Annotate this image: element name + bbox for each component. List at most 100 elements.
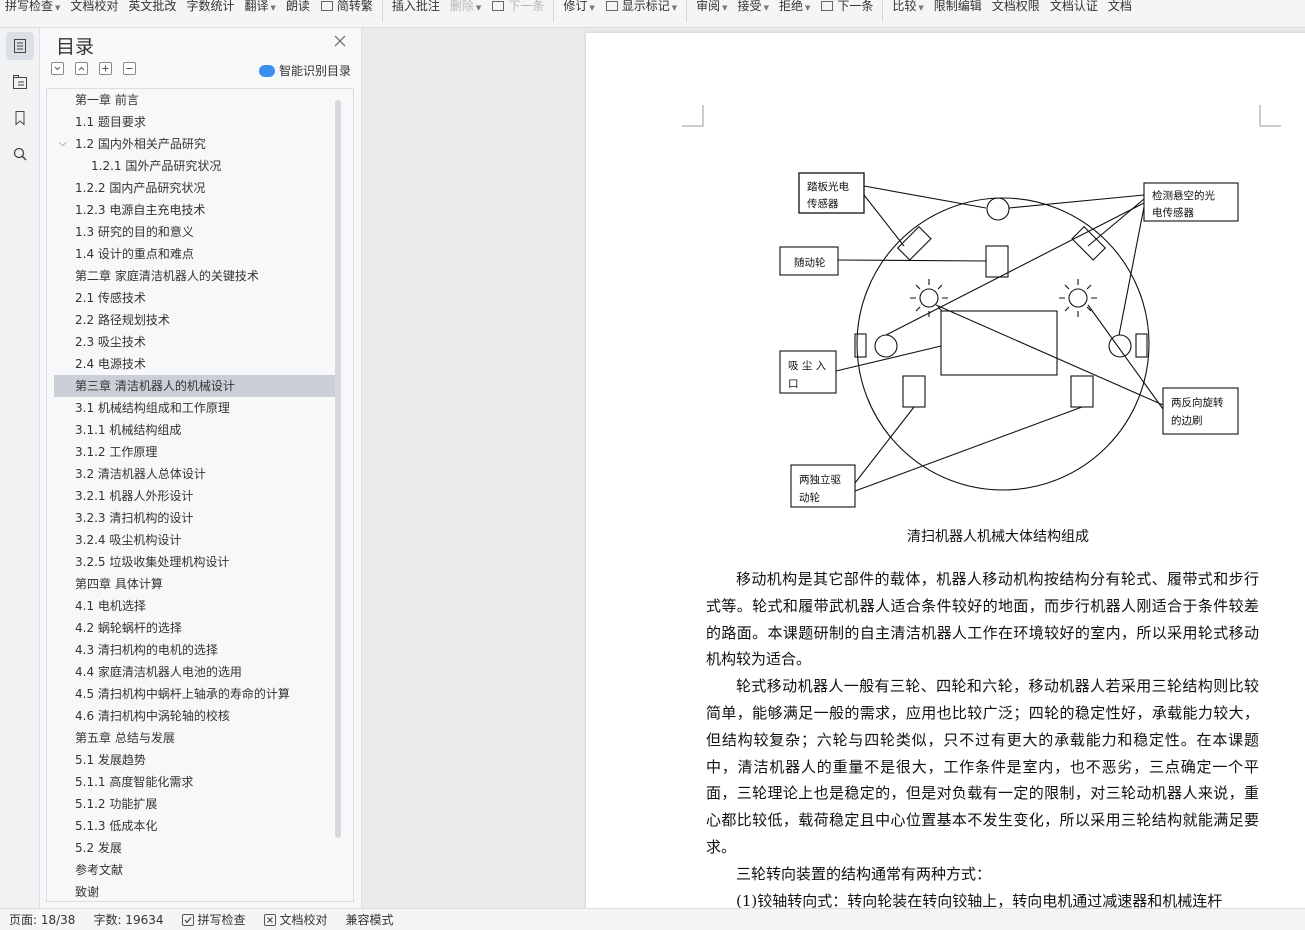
toolbar-item-label: 下一条 [508,0,545,13]
toc-item[interactable]: 1.3 研究的目的和意义 [54,221,336,243]
label-brushes-1: 两反向旋转 [1171,396,1224,409]
toc-item-label: 1.2.3 电源自主充电技术 [75,203,206,217]
toc-item[interactable]: 5.2 发展 [54,837,336,859]
toc-item-label: 致谢 [75,885,100,899]
toc-item[interactable]: 4.6 清扫机构中涡轮轴的校核 [54,705,336,727]
paragraph: 三轮转向装置的结构通常有两种方式： [736,864,992,883]
toolbar-item[interactable]: 翻译 ▼ [239,0,280,14]
toc-item[interactable]: ⌵ 1.2 国内外相关产品研究 [54,133,336,155]
toc-item[interactable]: 1.2.2 国内产品研究状况 [54,177,336,199]
toc-item[interactable]: 2.1 传感技术 [54,287,336,309]
toc-item[interactable]: 4.1 电机选择 [54,595,336,617]
spell-check-status[interactable]: 拼写检查 [173,911,255,928]
navigation-icon[interactable] [6,68,34,96]
toc-item[interactable]: 5.1 发展趋势 [54,749,336,771]
toolbar-item[interactable]: 文档认证 [1045,0,1103,14]
toolbar-item[interactable]: 下一条 [486,0,549,14]
label-drive-2: 动轮 [799,491,820,504]
toc-item[interactable]: 4.3 清扫机构的电机的选择 [54,639,336,661]
bookmark-icon[interactable] [6,104,34,132]
toc-scrollbar[interactable] [335,100,341,838]
toc-item[interactable]: 4.4 家庭清洁机器人电池的选用 [54,661,336,683]
label-suction-1: 吸 尘 入 [788,360,827,372]
toolbar-item[interactable]: 接受 ▼ [733,0,774,14]
document-page[interactable]: 踏板光电 传感器 检测悬空的光 电传感器 随动轮 吸 尘 入 口 两反向旋转 的… [586,33,1305,908]
toc-item[interactable]: 1.4 设计的重点和难点 [54,243,336,265]
dropdown-arrow-icon: ▼ [918,4,924,12]
toc-item[interactable]: 3.1.2 工作原理 [54,441,336,463]
toolbar-item[interactable]: 删除 ▼ [445,0,486,14]
toolbar-separator [553,0,555,22]
toc-item[interactable]: 第四章 具体计算 [54,573,336,595]
review-toolbar: 拼写检查 ▼ 文档校对 英文批改 字数统计 翻译 ▼ 朗读 简转繁 插入批注 删除 ▼ 下一条 修订 ▼ 显示… [0,0,1305,28]
proofread-status[interactable]: 文档校对 [255,911,337,928]
toc-item[interactable]: 第五章 总结与发展 [54,727,336,749]
collapse-all-icon[interactable] [51,62,64,75]
proofread-icon [263,913,276,926]
dropdown-arrow-icon: ▼ [55,4,61,12]
toc-item[interactable]: 3.2.3 清扫机构的设计 [54,507,336,529]
toolbar-item[interactable]: 修订 ▼ [558,0,599,14]
toc-item[interactable]: 3.2.1 机器人外形设计 [54,485,336,507]
toc-item[interactable]: 3.1.1 机械结构组成 [54,419,336,441]
toc-item[interactable]: 5.1.2 功能扩展 [54,793,336,815]
toc-item[interactable]: 参考文献 [54,859,336,881]
toolbar-item[interactable]: 审阅 ▼ [691,0,732,14]
toc-item[interactable]: 5.1.1 高度智能化需求 [54,771,336,793]
toolbar-item-label: 插入批注 [391,0,440,13]
toc-item[interactable]: 2.4 电源技术 [54,353,336,375]
toolbar-item-label: 拼写检查 [5,0,54,13]
chevron-down-icon[interactable]: ⌵ [59,133,67,155]
word-count[interactable]: 字数: 19634 [84,911,172,928]
toolbar-item[interactable]: 文档 [1103,0,1137,14]
toolbar-item[interactable]: 下一条 [815,0,878,14]
toc-item[interactable]: 3.2 清洁机器人总体设计 [54,463,336,485]
add-heading-icon[interactable] [99,62,112,75]
toolbar-item[interactable]: 朗读 [281,0,315,14]
toolbar-item[interactable]: 拒绝 ▼ [774,0,815,14]
remove-heading-icon[interactable] [123,62,136,75]
toc-item[interactable]: 1.2.1 国外产品研究状况 [54,155,336,177]
toolbar-item[interactable]: 文档校对 [65,0,123,14]
toc-item-label: 5.1.3 低成本化 [75,819,158,833]
toolbar-item[interactable]: 限制编辑 [929,0,987,14]
toc-item[interactable]: 1.1 题目要求 [54,111,336,133]
toolbar-item[interactable]: 拼写检查 ▼ [0,0,65,14]
toc-item-label: 5.2 发展 [75,841,122,855]
toolbar-item[interactable]: 比较 ▼ [887,0,928,14]
expand-all-icon[interactable] [75,62,88,75]
label-cliff-sensor-1: 检测悬空的光 [1152,189,1215,202]
toc-item[interactable]: 3.2.4 吸尘机构设计 [54,529,336,551]
toc-item[interactable]: 3.1 机械结构组成和工作原理 [54,397,336,419]
toc-item-label: 2.1 传感技术 [75,291,146,305]
toolbar-item[interactable]: 文档权限 [987,0,1045,14]
body-text[interactable]: 移动机构是其它部件的载体，机器人移动机构按结构分有轮式、履带式和步行式等。轮式和… [706,566,1259,908]
close-icon[interactable] [333,34,347,48]
toc-icon[interactable] [6,32,34,60]
toolbar-item[interactable]: 显示标记 ▼ [600,0,682,14]
toc-item[interactable]: 2.3 吸尘技术 [54,331,336,353]
toc-item[interactable]: 第一章 前言 [54,89,336,111]
search-icon[interactable] [6,140,34,168]
toolbar-item[interactable]: 字数统计 [181,0,239,14]
toc-item-label: 5.1.2 功能扩展 [75,797,158,811]
toolbar-item[interactable]: 插入批注 [387,0,445,14]
toolbar-item[interactable]: 英文批改 [123,0,181,14]
toc-item[interactable]: 5.1.3 低成本化 [54,815,336,837]
toc-item[interactable]: 4.2 蜗轮蜗杆的选择 [54,617,336,639]
smart-toc-button[interactable]: 智能识别目录 [259,62,351,79]
toc-item[interactable]: 第三章 清洁机器人的机械设计 [54,375,336,397]
toc-item-label: 3.2.4 吸尘机构设计 [75,533,182,547]
convert-icon [320,0,334,12]
toolbar-item[interactable]: 简转繁 [315,0,378,14]
crop-mark-left [682,105,704,127]
toc-item[interactable]: 第二章 家庭清洁机器人的关键技术 [54,265,336,287]
page-count[interactable]: 页面: 18/38 [0,911,84,928]
toc-item[interactable]: 致谢 [54,881,336,901]
paragraph: (1)铰轴转向式：转向轮装在转向铰轴上，转向电机通过减速器和机械连杆 [736,891,1223,908]
toc-item[interactable]: 3.2.5 垃圾收集处理机构设计 [54,551,336,573]
toc-item[interactable]: 4.5 清扫机构中蜗杆上轴承的寿命的计算 [54,683,336,705]
toc-item[interactable]: 2.2 路径规划技术 [54,309,336,331]
toc-item-label: 2.3 吸尘技术 [75,335,146,349]
toc-item[interactable]: 1.2.3 电源自主充电技术 [54,199,336,221]
